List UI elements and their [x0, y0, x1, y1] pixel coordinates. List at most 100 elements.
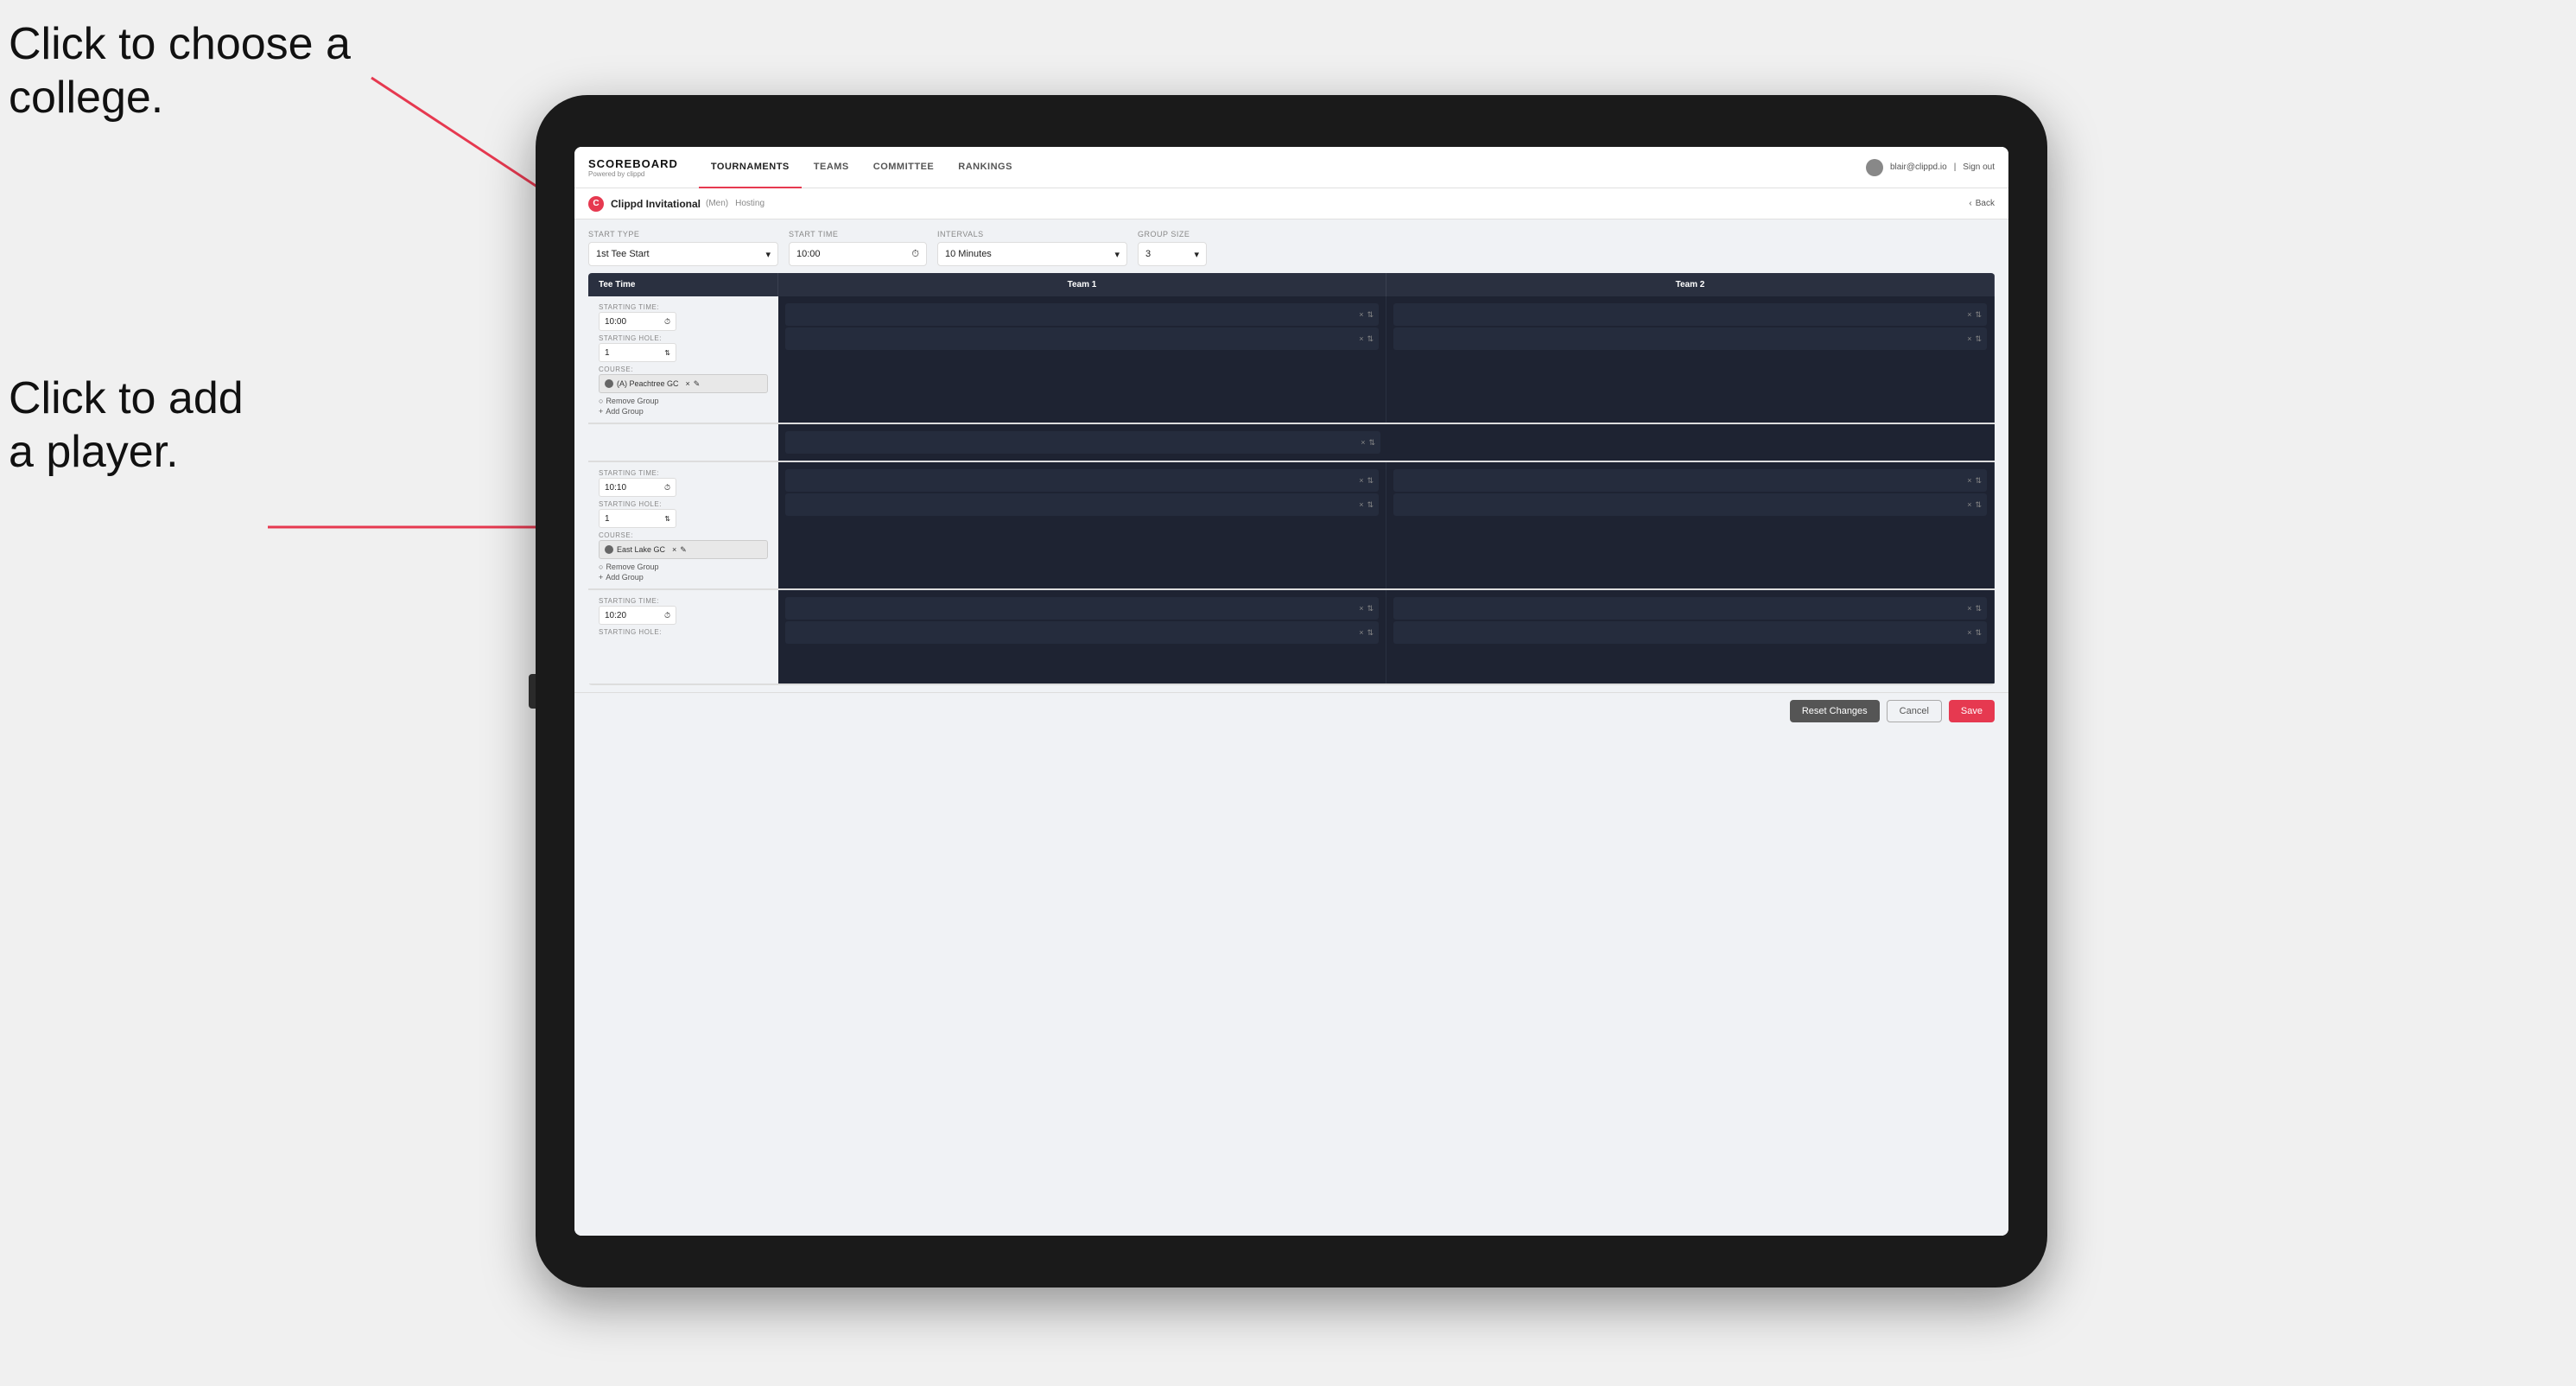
course-label-2: COURSE:: [599, 531, 768, 539]
annotation-choose-college: Click to choose acollege.: [9, 17, 351, 125]
clock-icon-1: ⏱: [664, 317, 670, 327]
player-x-3-2[interactable]: ×: [1359, 500, 1363, 509]
nav-teams[interactable]: TEAMS: [802, 147, 861, 188]
course-remove-1[interactable]: ×: [686, 379, 690, 388]
player-arrows-4-1: ⇅: [1975, 476, 1982, 486]
back-chevron: ‹: [1969, 199, 1971, 208]
back-button[interactable]: ‹ Back: [1969, 199, 1995, 208]
player-x-5-1[interactable]: ×: [1359, 604, 1363, 613]
schedule-table: Tee Time Team 1 Team 2 STARTING TIME: 10…: [588, 273, 1995, 685]
starting-time-1[interactable]: 10:00 ⏱: [599, 312, 676, 331]
course-edit-2[interactable]: ✎: [680, 545, 687, 555]
annotation-add-player: Click to adda player.: [9, 372, 244, 480]
team1-slot-3: × ⇅ × ⇅: [778, 590, 1386, 683]
player-x-5-2[interactable]: ×: [1359, 628, 1363, 637]
add-group-2[interactable]: + Add Group: [599, 573, 768, 582]
player-slot-2-1[interactable]: × ⇅: [1393, 303, 1987, 326]
course-row-left-1: [588, 424, 778, 461]
player-slot-5-1[interactable]: × ⇅: [785, 597, 1379, 620]
player-slot-2-2[interactable]: × ⇅: [1393, 327, 1987, 350]
logo-subtitle: Powered by clippd: [588, 170, 678, 178]
top-nav: SCOREBOARD Powered by clippd TOURNAMENTS…: [574, 147, 2008, 188]
action-links-1: ○ Remove Group + Add Group: [599, 397, 768, 416]
course-row-right-1: × ⇅: [778, 424, 1995, 461]
course-slot-x[interactable]: ×: [1361, 438, 1365, 447]
intervals-select[interactable]: 10 Minutes ▾: [937, 242, 1127, 266]
player-x-2-1[interactable]: ×: [1967, 310, 1971, 319]
player-x-1-1[interactable]: ×: [1359, 310, 1363, 319]
player-x-4-2[interactable]: ×: [1967, 500, 1971, 509]
starting-hole-1[interactable]: 1 ⇅: [599, 343, 676, 362]
player-arrows-2-1: ⇅: [1975, 310, 1982, 320]
course-slot-arrows: ⇅: [1368, 438, 1375, 448]
player-x-2-2[interactable]: ×: [1967, 334, 1971, 343]
player-x-6-1[interactable]: ×: [1967, 604, 1971, 613]
form-row: Start Type 1st Tee Start ▾ Start Time 10…: [574, 219, 2008, 273]
team2-slot-1: × ⇅ × ⇅: [1386, 296, 1995, 423]
player-slot-6-1[interactable]: × ⇅: [1393, 597, 1987, 620]
team2-slot-3: × ⇅ × ⇅: [1386, 590, 1995, 683]
group-size-value: 3: [1145, 249, 1151, 259]
reset-button[interactable]: Reset Changes: [1790, 700, 1880, 722]
player-slot-4-2[interactable]: × ⇅: [1393, 493, 1987, 516]
course-name-1: (A) Peachtree GC: [617, 379, 679, 388]
player-slot-6-2[interactable]: × ⇅: [1393, 621, 1987, 644]
remove-group-1[interactable]: ○ Remove Group: [599, 397, 768, 405]
player-x-6-2[interactable]: ×: [1967, 628, 1971, 637]
player-slot-3-1[interactable]: × ⇅: [785, 469, 1379, 492]
group-size-select[interactable]: 3 ▾: [1138, 242, 1207, 266]
start-type-select[interactable]: 1st Tee Start ▾: [588, 242, 778, 266]
player-arrows-1-2: ⇅: [1367, 334, 1374, 344]
logo-title: SCOREBOARD: [588, 157, 678, 170]
starting-hole-2[interactable]: 1 ⇅: [599, 509, 676, 528]
nav-committee[interactable]: COMMITTEE: [861, 147, 947, 188]
team1-slot-2: × ⇅ × ⇅: [778, 462, 1386, 588]
team2-slot-2: × ⇅ × ⇅: [1386, 462, 1995, 588]
starting-time-label-3: STARTING TIME:: [599, 597, 768, 605]
cancel-button[interactable]: Cancel: [1887, 700, 1942, 722]
course-player-slot[interactable]: × ⇅: [785, 431, 1380, 454]
sub-header: C Clippd Invitational (Men) Hosting ‹ Ba…: [574, 188, 2008, 219]
remove-icon-2: ○: [599, 563, 603, 571]
player-slot-1-1[interactable]: × ⇅: [785, 303, 1379, 326]
nav-tournaments[interactable]: TOURNAMENTS: [699, 147, 802, 188]
player-x-4-1[interactable]: ×: [1967, 476, 1971, 485]
gender-badge: (Men): [706, 199, 728, 208]
course-tag-1[interactable]: (A) Peachtree GC × ✎: [599, 374, 768, 393]
start-time-input[interactable]: 10:00 ⏱: [789, 242, 927, 266]
save-button[interactable]: Save: [1949, 700, 1995, 722]
starting-time-2[interactable]: 10:10 ⏱: [599, 478, 676, 497]
add-group-1[interactable]: + Add Group: [599, 407, 768, 416]
tablet-screen: SCOREBOARD Powered by clippd TOURNAMENTS…: [574, 147, 2008, 1236]
player-slot-5-2[interactable]: × ⇅: [785, 621, 1379, 644]
starting-time-3[interactable]: 10:20 ⏱: [599, 606, 676, 625]
group-row-2: STARTING TIME: 10:10 ⏱ STARTING HOLE: 1 …: [588, 462, 1995, 590]
player-arrows-1-1: ⇅: [1367, 310, 1374, 320]
player-slot-4-1[interactable]: × ⇅: [1393, 469, 1987, 492]
col-team2: Team 2: [1386, 273, 1995, 296]
course-tag-2[interactable]: East Lake GC × ✎: [599, 540, 768, 559]
player-arrows-5-2: ⇅: [1367, 628, 1374, 638]
start-time-value: 10:00: [796, 249, 821, 259]
start-time-group: Start Time 10:00 ⏱: [789, 230, 927, 266]
nav-items: TOURNAMENTS TEAMS COMMITTEE RANKINGS: [699, 147, 1866, 188]
start-time-label: Start Time: [789, 230, 927, 238]
clippd-logo: C: [588, 196, 604, 212]
intervals-value: 10 Minutes: [945, 249, 992, 259]
chevron-down-icon-2: ▾: [1114, 249, 1120, 260]
player-slot-1-2[interactable]: × ⇅: [785, 327, 1379, 350]
nav-rankings[interactable]: RANKINGS: [946, 147, 1025, 188]
group-size-group: Group Size 3 ▾: [1138, 230, 1207, 266]
start-type-label: Start Type: [588, 230, 778, 238]
player-x-3-1[interactable]: ×: [1359, 476, 1363, 485]
starting-time-label-1: STARTING TIME:: [599, 303, 768, 311]
player-x-1-2[interactable]: ×: [1359, 334, 1363, 343]
sign-out-link[interactable]: Sign out: [1963, 162, 1995, 172]
course-label-1: COURSE:: [599, 366, 768, 373]
player-slot-3-2[interactable]: × ⇅: [785, 493, 1379, 516]
course-edit-1[interactable]: ✎: [694, 379, 701, 389]
remove-group-2[interactable]: ○ Remove Group: [599, 563, 768, 571]
col-tee-time: Tee Time: [588, 273, 778, 296]
player-arrows-3-1: ⇅: [1367, 476, 1374, 486]
course-remove-2[interactable]: ×: [672, 545, 676, 554]
